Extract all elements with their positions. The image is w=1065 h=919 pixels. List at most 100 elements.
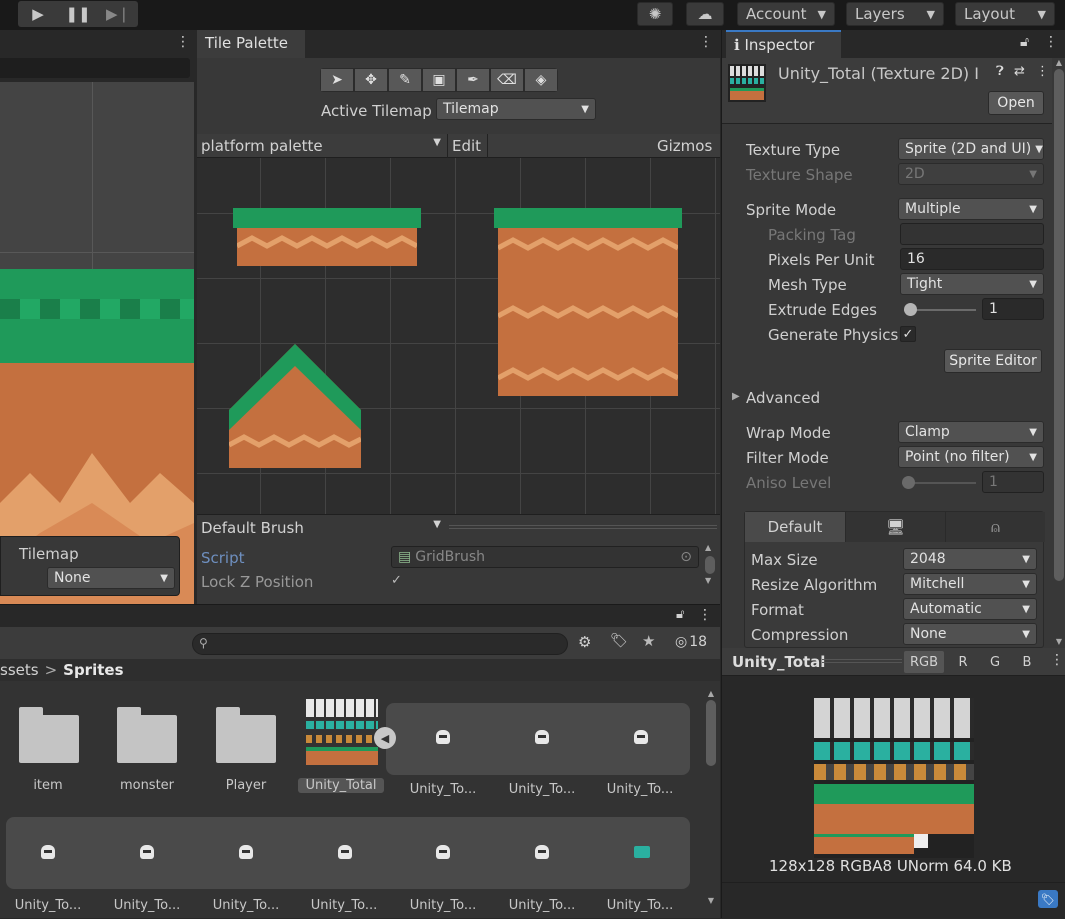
kebab-menu-icon[interactable]: ⋮ xyxy=(1036,64,1049,79)
sprite-mode-select[interactable]: Multiple ▼ xyxy=(898,198,1044,220)
object-picker-icon[interactable]: ⊙ xyxy=(680,549,692,565)
tilemap-select[interactable]: None ▼ xyxy=(47,567,175,589)
format-select[interactable]: Automatic ▼ xyxy=(903,598,1037,620)
asset-label-tag-icon[interactable]: 🏷︎ xyxy=(1038,890,1058,908)
ppu-field[interactable]: 16 xyxy=(900,248,1044,270)
max-size-select[interactable]: 2048 ▼ xyxy=(903,548,1037,570)
project-search-input[interactable]: ⚲ xyxy=(192,633,568,655)
channel-b[interactable]: B xyxy=(1014,651,1040,673)
hidden-packages-toggle[interactable]: ◎ 18 xyxy=(675,634,707,650)
move-icon[interactable]: ✥ xyxy=(354,68,388,92)
sprite-skull-icon[interactable] xyxy=(41,845,55,859)
pause-icon[interactable]: ❚❚ xyxy=(58,1,98,27)
splitter[interactable] xyxy=(822,659,902,663)
folder-monster-label[interactable]: monster xyxy=(102,778,192,793)
android-icon[interactable]: ⍝ xyxy=(945,512,1045,542)
wrap-mode-select[interactable]: Clamp ▼ xyxy=(898,421,1044,443)
splitter[interactable] xyxy=(449,525,717,529)
sprite-asset-label[interactable]: Unity_To... xyxy=(595,898,685,913)
sprite-skull-icon[interactable] xyxy=(535,730,549,744)
eraser-icon[interactable]: ⌫ xyxy=(490,68,524,92)
sprite-asset-label[interactable]: Unity_To... xyxy=(299,898,389,913)
texture-asset-label[interactable]: Unity_Total xyxy=(298,778,384,793)
kebab-menu-icon[interactable]: ⋮ xyxy=(699,34,713,50)
box-fill-icon[interactable]: ▣ xyxy=(422,68,456,92)
account-dropdown[interactable]: Account ▼ xyxy=(737,2,835,26)
sprite-skull-icon[interactable] xyxy=(239,845,253,859)
sprite-skull-icon[interactable] xyxy=(535,845,549,859)
breadcrumb-assets[interactable]: ssets xyxy=(0,661,39,679)
kebab-menu-icon[interactable]: ⋮ xyxy=(1050,652,1064,668)
project-scrollbar[interactable]: ▲ ▼ xyxy=(704,689,718,915)
compression-select[interactable]: None ▼ xyxy=(903,623,1037,645)
inspector-scrollbar[interactable]: ▲ ▼ xyxy=(1052,58,1065,648)
step-icon[interactable]: ▶❘ xyxy=(98,1,138,27)
picker-icon[interactable]: ✒ xyxy=(456,68,490,92)
sprite-asset-label[interactable]: Unity_To... xyxy=(201,898,291,913)
favorites-star-icon[interactable]: ★ xyxy=(642,632,655,650)
help-icon[interactable]: ❓︎ xyxy=(996,64,1004,79)
tab-default-platform[interactable]: Default xyxy=(745,512,845,542)
resize-select[interactable]: Mitchell ▼ xyxy=(903,573,1037,595)
brush-select[interactable]: Default Brush ▼ xyxy=(201,519,441,537)
select-arrow-icon[interactable]: ➤ xyxy=(320,68,354,92)
sprite-skull-icon[interactable] xyxy=(338,845,352,859)
edit-button[interactable]: Edit xyxy=(452,137,481,155)
services-icon[interactable]: ✺ xyxy=(637,2,673,26)
folder-icon[interactable] xyxy=(117,707,177,763)
channel-r[interactable]: R xyxy=(950,651,976,673)
brush-scrollbar[interactable]: ▲ ▼ xyxy=(705,543,717,601)
advanced-foldout[interactable]: Advanced xyxy=(746,389,820,407)
sprite-skull-icon[interactable] xyxy=(436,845,450,859)
lock-icon[interactable]: 🔓︎ xyxy=(676,607,684,622)
folder-icon[interactable] xyxy=(216,707,276,763)
kebab-menu-icon[interactable]: ⋮ xyxy=(176,34,190,50)
mesh-type-select[interactable]: Tight ▼ xyxy=(900,273,1044,295)
sprite-monster-icon[interactable] xyxy=(634,846,650,858)
texture-type-select[interactable]: Sprite (2D and UI) ▼ xyxy=(898,138,1044,160)
filter-mode-select[interactable]: Point (no filter) ▼ xyxy=(898,446,1044,468)
extrude-field[interactable]: 1 xyxy=(982,298,1044,320)
search-by-type-icon[interactable]: ⚙︎ xyxy=(578,633,591,651)
texture-asset-thumbnail[interactable] xyxy=(306,699,378,769)
folder-player-label[interactable]: Player xyxy=(201,778,291,793)
sprite-skull-icon[interactable] xyxy=(436,730,450,744)
desktop-icon[interactable]: 🖥︎ xyxy=(845,512,945,542)
sprite-asset-label[interactable]: Unity_To... xyxy=(398,782,488,797)
sprite-asset-label[interactable]: Unity_To... xyxy=(595,782,685,797)
folder-icon[interactable] xyxy=(19,707,79,763)
open-button[interactable]: Open xyxy=(988,91,1044,115)
gizmos-button[interactable]: Gizmos xyxy=(657,137,712,155)
paint-brush-icon[interactable]: ✎ xyxy=(388,68,422,92)
layout-dropdown[interactable]: Layout ▼ xyxy=(955,2,1055,26)
breadcrumb-sprites[interactable]: Sprites xyxy=(63,661,123,679)
kebab-menu-icon[interactable]: ⋮ xyxy=(1044,34,1058,50)
sprite-skull-icon[interactable] xyxy=(634,730,648,744)
sprite-asset-label[interactable]: Unity_To... xyxy=(102,898,192,913)
layers-dropdown[interactable]: Layers ▼ xyxy=(846,2,944,26)
lock-z-checkbox[interactable]: ✓ xyxy=(391,573,407,589)
active-tilemap-select[interactable]: Tilemap ▼ xyxy=(436,98,596,120)
tab-tile-palette[interactable]: Tile Palette xyxy=(197,30,305,58)
slider-thumb[interactable] xyxy=(904,303,917,316)
sprite-editor-button[interactable]: Sprite Editor xyxy=(944,349,1042,373)
folder-item-label[interactable]: item xyxy=(3,778,93,793)
channel-rgb[interactable]: RGB xyxy=(904,651,944,673)
collapse-arrow-icon[interactable]: ◀ xyxy=(374,727,396,749)
sprite-asset-label[interactable]: Unity_To... xyxy=(398,898,488,913)
palette-select[interactable]: platform palette ▼ xyxy=(201,137,445,159)
tab-inspector[interactable]: ℹ Inspector xyxy=(726,30,841,58)
sprite-asset-label[interactable]: Unity_To... xyxy=(497,782,587,797)
foldout-arrow-icon[interactable]: ▶ xyxy=(732,391,740,402)
extrude-slider[interactable] xyxy=(904,303,976,316)
cloud-icon[interactable]: ☁ xyxy=(686,2,724,26)
scene-view[interactable]: Tilemap None ▼ xyxy=(0,82,194,604)
fill-bucket-icon[interactable]: ◈ xyxy=(524,68,558,92)
lock-icon[interactable]: 🔓︎ xyxy=(1020,34,1029,50)
presets-icon[interactable]: ⇄ xyxy=(1014,64,1025,79)
play-icon[interactable]: ▶ xyxy=(18,1,58,27)
search-by-label-icon[interactable]: 🏷︎ xyxy=(610,633,628,649)
sprite-asset-label[interactable]: Unity_To... xyxy=(3,898,93,913)
sprite-skull-icon[interactable] xyxy=(140,845,154,859)
palette-grid[interactable] xyxy=(197,158,720,514)
